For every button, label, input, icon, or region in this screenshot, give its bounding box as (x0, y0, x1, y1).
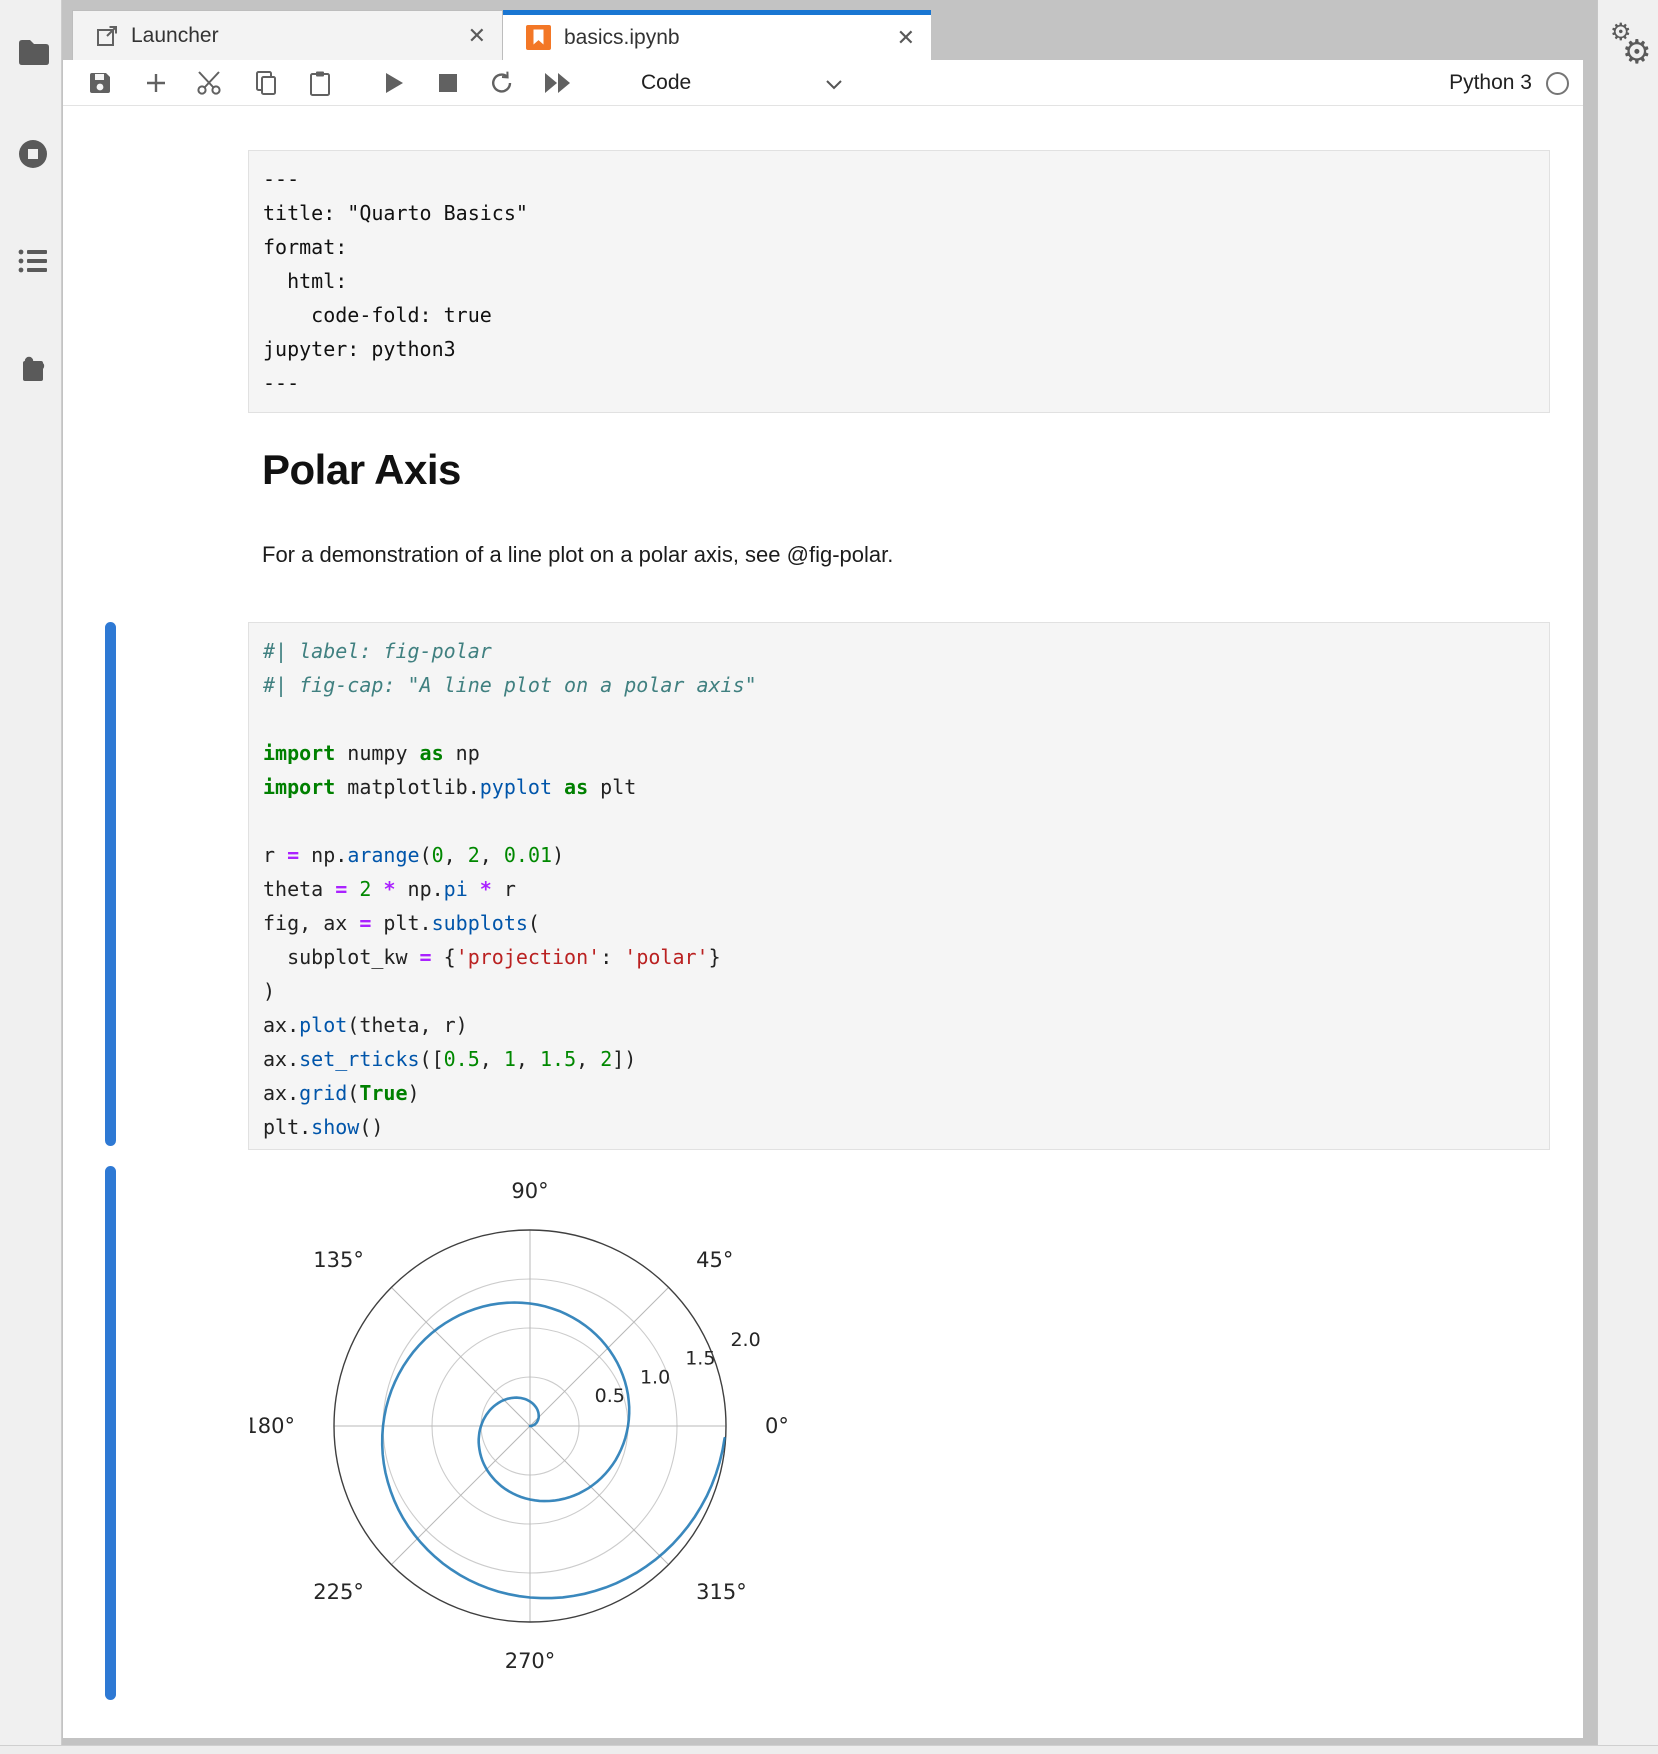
copy-cells-button[interactable] (249, 67, 283, 99)
tab-basics-ipynb[interactable]: basics.ipynb ✕ (503, 10, 931, 60)
tab-bar: Launcher ✕ basics.ipynb ✕ (63, 0, 1583, 60)
chevron-down-icon (823, 73, 845, 95)
svg-text:0.5: 0.5 (595, 1385, 625, 1407)
external-link-icon (95, 24, 119, 48)
cell-type-label: Code (641, 71, 691, 95)
svg-text:180°: 180° (250, 1414, 295, 1438)
restart-kernel-button[interactable] (485, 67, 519, 99)
property-inspector-icon[interactable]: ⚙ ⚙ (1608, 18, 1652, 70)
svg-text:1.5: 1.5 (685, 1348, 715, 1370)
code-cell-editor[interactable]: #| label: fig-polar#| fig-cap: "A line p… (249, 623, 1549, 1155)
svg-text:90°: 90° (511, 1179, 548, 1203)
svg-text:135°: 135° (313, 1248, 364, 1272)
add-cell-button[interactable] (139, 67, 173, 99)
extension-manager-icon[interactable] (16, 350, 50, 384)
cut-cells-button[interactable] (193, 67, 227, 99)
cell-type-select[interactable]: Code (623, 70, 853, 98)
svg-text:270°: 270° (505, 1649, 556, 1673)
output-collapser-bar[interactable] (105, 1166, 116, 1700)
polar-plot-figure: 0° 45° 90° 135° 180° 225° 270° 315° 0.5 1.0 1.5 2.0 (250, 1146, 810, 1706)
svg-text:45°: 45° (696, 1248, 733, 1272)
kernel-name: Python 3 (1449, 71, 1532, 95)
tab-launcher-close-icon[interactable]: ✕ (452, 23, 502, 49)
table-of-contents-icon[interactable] (16, 244, 50, 278)
tab-basics-label: basics.ipynb (564, 26, 881, 50)
svg-text:315°: 315° (696, 1580, 747, 1604)
notebook-toolbar: Code Python 3 (63, 60, 1583, 106)
save-button[interactable] (83, 67, 117, 99)
svg-text:2.0: 2.0 (730, 1329, 760, 1351)
restart-run-all-button[interactable] (541, 67, 575, 99)
kernel-status-icon[interactable] (1546, 72, 1569, 95)
left-activity-bar (0, 0, 62, 1754)
markdown-heading: Polar Axis (262, 446, 461, 494)
run-cell-button[interactable] (377, 67, 411, 99)
tab-launcher-label: Launcher (131, 24, 452, 48)
code-cell[interactable]: #| label: fig-polar#| fig-cap: "A line p… (248, 622, 1550, 1150)
svg-text:225°: 225° (313, 1580, 364, 1604)
kernel-indicator[interactable]: Python 3 (1449, 68, 1569, 98)
notebook-icon (525, 24, 552, 51)
tab-launcher[interactable]: Launcher ✕ (72, 10, 503, 60)
main-dock-panel: Launcher ✕ basics.ipynb ✕ (63, 0, 1583, 1746)
right-sidebar: ⚙ ⚙ (1597, 0, 1658, 1754)
tab-basics-close-icon[interactable]: ✕ (881, 25, 931, 51)
jupyterlab-window: { "colors": { "brand_blue": "#1976d2", "… (0, 0, 1658, 1754)
svg-text:1.0: 1.0 (640, 1366, 670, 1388)
input-collapser-bar[interactable] (105, 622, 116, 1146)
raw-frontmatter-cell[interactable]: --- title: "Quarto Basics" format: html:… (248, 150, 1550, 413)
svg-text:0°: 0° (765, 1414, 789, 1438)
status-bar (0, 1745, 1658, 1754)
gear-large-icon: ⚙ (1622, 32, 1652, 71)
running-kernels-icon[interactable] (16, 137, 50, 171)
markdown-paragraph: For a demonstration of a line plot on a … (262, 542, 893, 568)
notebook-content: --- title: "Quarto Basics" format: html:… (63, 106, 1583, 1738)
file-browser-icon[interactable] (16, 35, 50, 69)
raw-cell-text[interactable]: --- title: "Quarto Basics" format: html:… (249, 151, 1549, 411)
stop-kernel-button[interactable] (431, 67, 465, 99)
polar-plot-output: 0° 45° 90° 135° 180° 225° 270° 315° 0.5 1.0 1.5 2.0 (250, 1146, 810, 1706)
paste-cells-button[interactable] (303, 67, 337, 99)
